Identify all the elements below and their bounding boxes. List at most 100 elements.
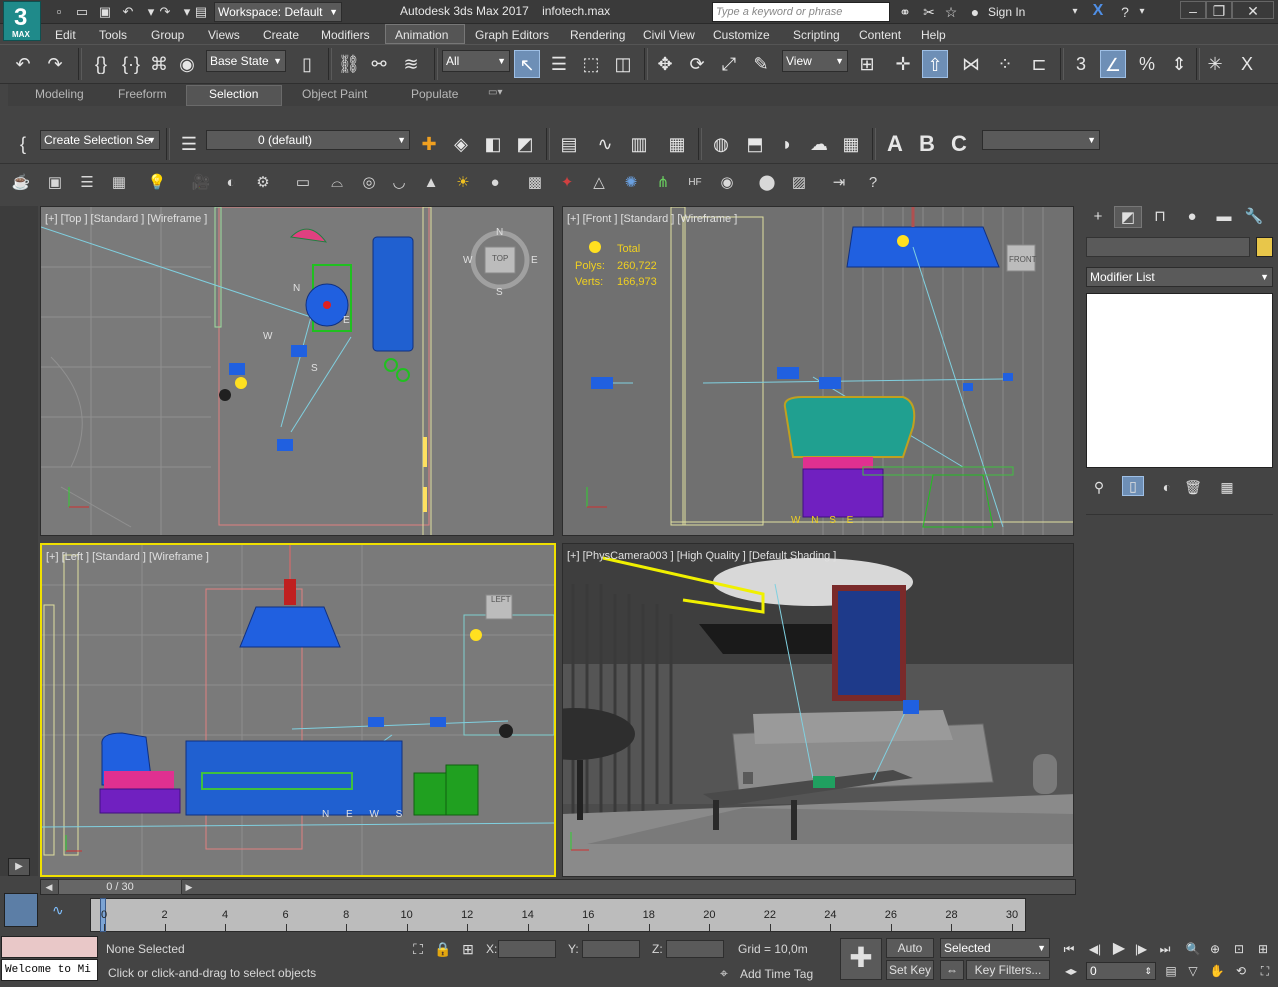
particles-icon[interactable]: ✦ bbox=[556, 172, 578, 194]
configure-modifier-sets-icon[interactable]: ▦ bbox=[1218, 478, 1236, 496]
autodesk-exchange-icon[interactable]: X bbox=[1088, 2, 1108, 20]
time-config-icon[interactable]: ▤ bbox=[1162, 962, 1180, 980]
grass-icon[interactable]: ⋔ bbox=[652, 172, 674, 194]
new-file-icon[interactable]: ▫ bbox=[50, 3, 68, 21]
auto-key-button[interactable]: Auto Key bbox=[886, 938, 934, 973]
mini-curve-editor-icon[interactable] bbox=[4, 893, 38, 927]
zoom-extents-icon[interactable]: ⊡ bbox=[1230, 940, 1248, 958]
mirror-xy-icon[interactable]: X bbox=[1234, 50, 1260, 78]
viewcube-front[interactable]: FRONT bbox=[1009, 255, 1037, 264]
camera-icon[interactable]: 🎥 bbox=[190, 172, 212, 194]
menu-civil-view[interactable]: Civil View bbox=[643, 28, 695, 42]
bowl-icon[interactable]: ◡ bbox=[388, 172, 410, 194]
key-mode-selector[interactable]: Selected ▼ bbox=[940, 938, 1050, 958]
pan-icon[interactable]: ✋ bbox=[1208, 962, 1226, 980]
viewport-top-label[interactable]: [+] [Top ] [Standard ] [Wireframe ] bbox=[45, 213, 207, 225]
display-tab-icon[interactable]: ▬ bbox=[1210, 206, 1238, 228]
text-style-selector[interactable]: ▼ bbox=[982, 130, 1100, 150]
keyboard-shortcut-override-icon[interactable]: ⇧ bbox=[922, 50, 948, 78]
plane-icon[interactable]: ▭ bbox=[292, 172, 314, 194]
unlink-icon[interactable]: {·} bbox=[118, 50, 144, 78]
y-coordinate-field[interactable] bbox=[582, 940, 640, 958]
array-icon[interactable]: ⁘ bbox=[992, 50, 1018, 78]
current-frame-field[interactable]: 0 ⇕ bbox=[1086, 962, 1156, 980]
text-b-icon[interactable]: B bbox=[914, 130, 940, 158]
motion-tab-icon[interactable]: ● bbox=[1178, 206, 1206, 228]
placement-icon[interactable]: ✎ bbox=[748, 50, 774, 78]
zoom-icon[interactable]: 🔍 bbox=[1184, 940, 1202, 958]
layer-selector[interactable]: 0 (default) ▼ bbox=[206, 130, 410, 150]
sun-icon[interactable]: ☀ bbox=[452, 172, 474, 194]
zoom-all-icon[interactable]: ⊕ bbox=[1206, 940, 1224, 958]
shell-icon[interactable]: ◉ bbox=[716, 172, 738, 194]
hierarchy-tab-icon[interactable]: ⊓ bbox=[1146, 206, 1174, 228]
remove-modifier-icon[interactable]: 🗑 bbox=[1184, 478, 1202, 496]
add-time-tag[interactable]: Add Time Tag bbox=[740, 967, 813, 981]
restore-icon[interactable]: ❐ bbox=[1206, 1, 1232, 19]
selection-lock-icon[interactable]: 🔒 bbox=[434, 940, 451, 958]
set-key-button[interactable]: Set Key bbox=[886, 960, 934, 980]
close-icon[interactable]: ✕ bbox=[1232, 1, 1274, 19]
favorites-star-icon[interactable]: ☆ bbox=[942, 3, 960, 21]
cone-icon[interactable]: ▲ bbox=[420, 172, 442, 194]
key-mode-toggle-icon[interactable]: ◂▸ bbox=[1062, 962, 1080, 980]
snaps-toggle-icon[interactable]: 3 bbox=[1068, 50, 1094, 78]
menu-edit[interactable]: Edit bbox=[55, 28, 76, 42]
maxscript-listener-mini[interactable] bbox=[1, 936, 98, 958]
text-a-icon[interactable]: A bbox=[882, 130, 908, 158]
select-object-icon[interactable]: ↖ bbox=[514, 50, 540, 78]
menu-tools[interactable]: Tools bbox=[99, 28, 127, 42]
create-tab-icon[interactable]: + bbox=[1084, 206, 1112, 228]
select-manipulate-icon[interactable]: ✛ bbox=[890, 50, 916, 78]
window-crossing-icon[interactable]: ◫ bbox=[610, 50, 636, 78]
scene-explorer-icon[interactable]: ▤ bbox=[556, 130, 582, 158]
render-iterative-icon[interactable]: ▦ bbox=[838, 130, 864, 158]
field-of-view-icon[interactable]: ▽ bbox=[1184, 962, 1202, 980]
edit-named-selection-icon[interactable]: ✳ bbox=[1202, 50, 1228, 78]
rotate-icon[interactable]: ⟳ bbox=[684, 50, 710, 78]
align-icon[interactable]: ⊏ bbox=[1026, 50, 1052, 78]
go-to-end-icon[interactable]: ⏭ bbox=[1156, 940, 1174, 958]
search-input[interactable]: Type a keyword or phrase bbox=[712, 2, 890, 22]
undo-icon[interactable]: ↶ bbox=[119, 3, 137, 21]
redo-icon[interactable]: ↷ bbox=[42, 50, 68, 78]
teapot-icon[interactable]: ☕ bbox=[10, 172, 32, 194]
modify-tab-icon[interactable]: ◩ bbox=[1114, 206, 1142, 228]
schematic-view-icon[interactable]: ▦ bbox=[664, 130, 690, 158]
ribbon-options-icon[interactable]: ▭▾ bbox=[488, 87, 502, 98]
menu-scripting[interactable]: Scripting bbox=[793, 28, 840, 42]
help-icon[interactable]: ? bbox=[862, 172, 884, 194]
previous-key-icon[interactable]: ◀| bbox=[1086, 940, 1104, 958]
rendered-frame-icon[interactable]: ◗ bbox=[774, 130, 800, 158]
mirror-icon[interactable]: ⋈ bbox=[958, 50, 984, 78]
menu-customize[interactable]: Customize bbox=[713, 28, 770, 42]
set-current-layer-icon[interactable]: ◩ bbox=[512, 130, 538, 158]
export-icon[interactable]: ⇥ bbox=[828, 172, 850, 194]
robot-icon[interactable]: ⚙ bbox=[252, 172, 274, 194]
time-tag-icon[interactable]: ⌖ bbox=[716, 964, 732, 982]
tab-freeform[interactable]: Freeform bbox=[118, 87, 167, 101]
render-setup-icon[interactable]: ⬒ bbox=[742, 130, 768, 158]
next-key-icon[interactable]: |▶ bbox=[1132, 940, 1150, 958]
selection-filter[interactable]: All ▼ bbox=[442, 50, 510, 72]
menu-create[interactable]: Create bbox=[263, 28, 299, 42]
grid-box-icon[interactable]: ▩ bbox=[524, 172, 546, 194]
modifier-stack[interactable] bbox=[1086, 293, 1273, 468]
menu-modifiers[interactable]: Modifiers bbox=[321, 28, 370, 42]
pivot-center-icon[interactable]: ⊞ bbox=[854, 50, 880, 78]
chevron-down-icon[interactable]: ▾ bbox=[1068, 3, 1082, 21]
expand-arrow-icon[interactable]: ▶ bbox=[8, 858, 30, 876]
object-name-field[interactable] bbox=[1086, 237, 1250, 257]
tab-selection[interactable]: Selection bbox=[209, 87, 258, 101]
link-icon[interactable]: ⛓ bbox=[336, 50, 362, 78]
viewcube-top[interactable]: TOP bbox=[492, 254, 508, 263]
hair-fur-icon[interactable]: HF bbox=[684, 172, 706, 194]
render-frame-icon[interactable]: ▣ bbox=[44, 172, 66, 194]
unlink-chain-icon[interactable]: ⚯ bbox=[366, 50, 392, 78]
absolute-mode-icon[interactable]: ⊞ bbox=[460, 940, 476, 958]
material-editor-icon[interactable]: ◍ bbox=[708, 130, 734, 158]
bind-to-space-warp-icon[interactable]: ≋ bbox=[398, 50, 424, 78]
x-coordinate-field[interactable] bbox=[498, 940, 556, 958]
glossy-sphere-icon[interactable]: ⬤ bbox=[756, 172, 778, 194]
dome-icon[interactable]: ⌓ bbox=[326, 172, 348, 194]
